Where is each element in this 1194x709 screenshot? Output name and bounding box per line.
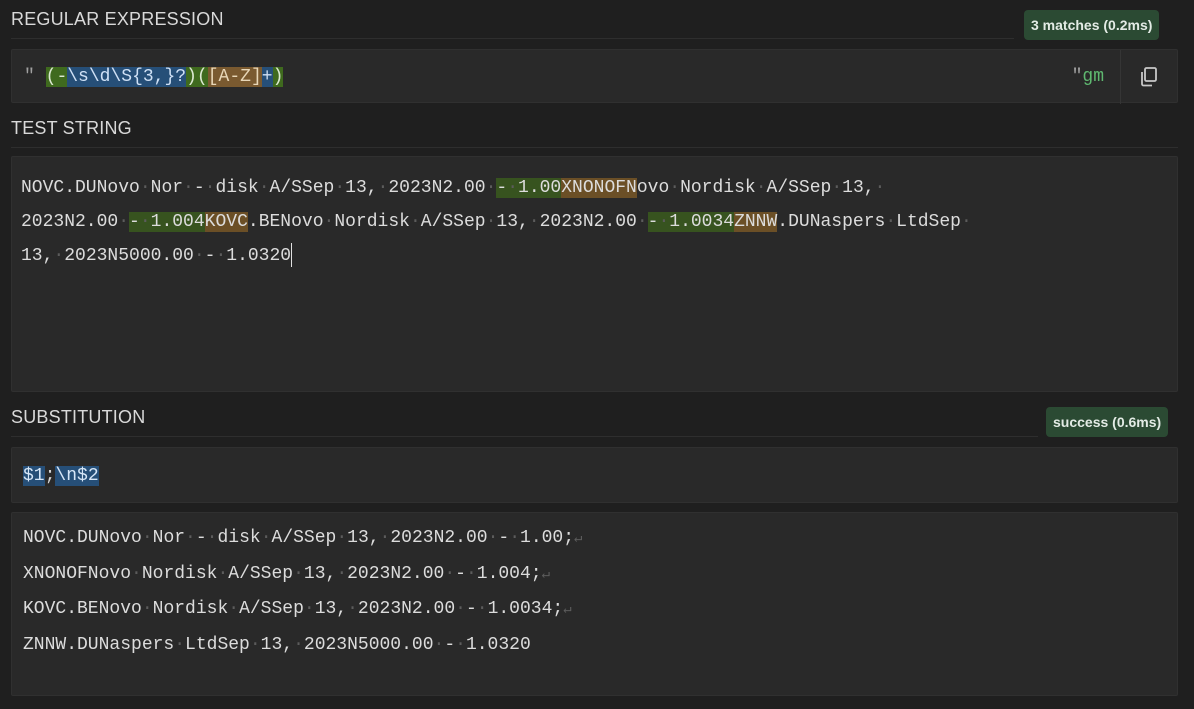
sub-semicolon: ; (44, 466, 56, 486)
test-text-segment: 13, (842, 178, 875, 198)
test-text-segment: 13, (21, 246, 54, 266)
test-text-segment: A/SSep (420, 212, 486, 232)
match-group1-highlight[interactable]: -·1.0034 (647, 212, 735, 232)
test-text-segment: 1.0320 (226, 246, 292, 266)
test-text-segment: .DUNaspers (777, 212, 886, 232)
test-text-segment: LtdSep (896, 212, 961, 232)
test-text-segment: disk (215, 178, 259, 198)
result-line: XNONOFNovo·Nordisk·A/SSep·13,·2023N2.00·… (23, 563, 551, 584)
regex-flags-area[interactable]: "gm (1072, 50, 1104, 104)
test-text-segment: 2023N2.00 (21, 212, 119, 232)
regex-flags[interactable]: gm (1082, 67, 1104, 87)
result-line: ZNNW.DUNaspers·LtdSep·13,·2023N5000.00·-… (23, 634, 531, 655)
substitution-result-panel: NOVC.DUNovo·Nor·-·disk·A/SSep·13,·2023N2… (11, 512, 1178, 696)
test-text-segment: A/SSep (269, 178, 335, 198)
test-text-segment: A/SSep (766, 178, 832, 198)
test-text-segment: .BENovo (247, 212, 324, 232)
copy-regex-button[interactable] (1121, 50, 1177, 104)
regex-digit-token: \d (88, 67, 111, 87)
match-group2-highlight[interactable]: KOVC (204, 212, 248, 232)
substitution-status-badge: success (0.6ms) (1046, 407, 1169, 437)
regex-title-divider (11, 38, 1014, 39)
test-text-segment: - (204, 246, 216, 266)
match-count-badge: 3 matches (0.2ms) (1024, 10, 1160, 40)
test-section-title: TEST STRING (11, 118, 132, 138)
result-line: KOVC.BENovo·Nordisk·A/SSep·13,·2023N2.00… (23, 599, 572, 619)
sub-token-group1: $1 (23, 466, 45, 486)
test-title-divider (11, 147, 1178, 148)
text-caret (291, 243, 293, 268)
test-text-segment: 13, (496, 212, 529, 232)
substitution-input[interactable]: $1;\n$2 (23, 448, 99, 504)
test-text-segment: 2023N2.00 (539, 212, 637, 232)
substitution-section-title: SUBSTITUTION (11, 407, 146, 427)
test-text-segment: - (193, 178, 205, 198)
substitution-input-bar[interactable]: $1;\n$2 (11, 447, 1178, 503)
test-text-segment: 2023N5000.00 (64, 246, 194, 266)
test-text-segment: 2023N2.00 (388, 178, 486, 198)
match-group1-highlight[interactable]: -·1.004 (129, 212, 205, 232)
regex-quantifier: {3,} (132, 67, 176, 87)
regex-lazy-token: ? (175, 67, 187, 87)
regex-input-bar[interactable]: " (-\s\d\S{3,}?)([A-Z]+) "gm (11, 49, 1178, 104)
newline-marker-icon: ↵ (563, 602, 572, 618)
test-text-segment: NOVC.DUNovo (21, 178, 140, 198)
regex-nonwhitespace-token: \S (110, 67, 133, 87)
regex-dash-literal: - (56, 67, 68, 87)
regex-group1-close: ) (186, 67, 197, 87)
test-text-segment: Nor (150, 178, 184, 198)
regex-open-delimiter: " (24, 67, 35, 87)
test-text-segment: Nordisk (680, 178, 756, 198)
match-group2-highlight[interactable]: XNONOFN (561, 178, 637, 198)
match-group1-highlight[interactable]: -·1.00 (496, 178, 562, 198)
test-string-editor[interactable]: NOVC.DUNovo·Nor·-·disk·A/SSep·13,·2023N2… (11, 156, 1178, 392)
newline-marker-icon: ↵ (574, 531, 583, 547)
result-line: NOVC.DUNovo·Nor·-·disk·A/SSep·13,·2023N2… (23, 528, 583, 548)
regex-group2-close: ) (272, 67, 284, 87)
regex-char-class: [A-Z] (207, 67, 262, 87)
regex-plus-token: + (261, 67, 273, 87)
regex-input[interactable]: " (-\s\d\S{3,}?)([A-Z]+) (24, 50, 284, 104)
regex-close-delimiter: " (1071, 67, 1083, 87)
substitution-title-divider (11, 436, 1038, 437)
regex-group1-open: ( (45, 67, 57, 87)
test-string-text[interactable]: NOVC.DUNovo·Nor·-·disk·A/SSep·13,·2023N2… (21, 171, 1165, 273)
sub-token-newline: \n (55, 466, 78, 486)
test-text-segment: Nordisk (334, 212, 410, 232)
test-text-segment: 13, (345, 178, 378, 198)
regex-group2-open: ( (196, 67, 208, 87)
copy-icon (1141, 67, 1157, 87)
test-text-segment: ovo (636, 178, 670, 198)
regex-section-title: REGULAR EXPRESSION (11, 9, 224, 29)
regex-whitespace-token: \s (67, 67, 89, 87)
match-group2-highlight[interactable]: ZNNW (734, 212, 778, 232)
result-text: NOVC.DUNovo·Nor·-·disk·A/SSep·13,·2023N2… (23, 521, 582, 662)
newline-marker-icon: ↵ (541, 566, 551, 583)
sub-token-group2: $2 (77, 466, 99, 486)
